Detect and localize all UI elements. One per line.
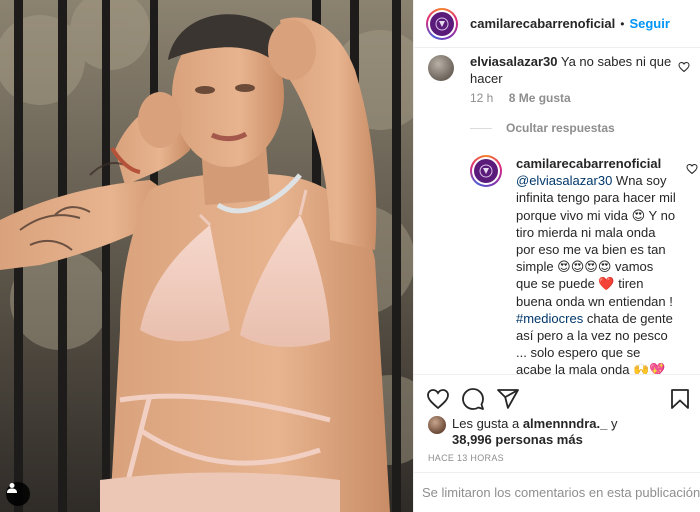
reply-author-avatar[interactable] — [470, 155, 502, 187]
avatar-emblem-icon — [479, 164, 493, 178]
user-tag-icon[interactable] — [6, 482, 30, 506]
comments-limited-text: Se limitaron los comentarios en esta pub… — [422, 485, 700, 500]
avatar-emblem-icon — [435, 17, 449, 30]
comment-meta: 12 h 8 Me gusta — [470, 91, 571, 105]
post-image — [0, 0, 413, 512]
heart-icon[interactable] — [678, 61, 690, 73]
heart-icon[interactable] — [686, 163, 698, 175]
comment-text-block: elviasalazar30 Ya no sabes ni que hacer — [470, 53, 680, 87]
bookmark-icon[interactable] — [668, 387, 692, 411]
liked-by-line: Les gusta a almennndra._ y — [452, 416, 617, 431]
likes-count[interactable]: 38,996 personas más — [452, 432, 583, 447]
post-header: camilarecabarrenoficial • Seguir — [414, 0, 700, 48]
post-timestamp[interactable]: HACE 13 HORAS — [428, 453, 504, 463]
reply-text-part-1: Wna soy infinita tengo para hacer mil po… — [516, 173, 676, 309]
comments-limited-notice: Se limitaron los comentarios en esta pub… — [414, 472, 700, 512]
comment-time: 12 h — [470, 91, 494, 105]
post-side-panel: camilarecabarrenoficial • Seguir elviasa… — [413, 0, 700, 512]
heart-icon[interactable] — [426, 387, 450, 411]
hide-replies-label: Ocultar respuestas — [506, 121, 615, 135]
reply-mention[interactable]: @elviasalazar30 — [516, 173, 612, 188]
liked-by-user[interactable]: almennndra._ — [523, 416, 608, 431]
comments-list[interactable]: elviasalazar30 Ya no sabes ni que hacer … — [414, 49, 700, 374]
header-separator: • — [620, 16, 625, 31]
follow-button[interactable]: Seguir — [629, 16, 669, 31]
commenter-avatar[interactable] — [428, 55, 454, 81]
likes-summary: Les gusta a almennndra._ y 38,996 person… — [428, 414, 690, 448]
comment-likes[interactable]: 8 Me gusta — [509, 91, 571, 105]
author-username[interactable]: camilarecabarrenoficial — [470, 16, 615, 31]
comment-icon[interactable] — [461, 387, 485, 411]
liker-avatar[interactable] — [428, 416, 446, 434]
reply-hashtag[interactable]: #mediocres — [516, 311, 583, 326]
commenter-username[interactable]: elviasalazar30 — [470, 54, 557, 69]
liked-by-prefix: Les gusta a — [452, 416, 523, 431]
post-actions-bar — [414, 374, 700, 414]
replies-divider — [470, 127, 492, 129]
share-icon[interactable] — [496, 387, 520, 411]
author-avatar[interactable] — [426, 7, 458, 40]
reply-username[interactable]: camilarecabarrenoficial — [516, 156, 661, 171]
liked-by-suffix: y — [607, 416, 618, 431]
post-photo[interactable] — [0, 0, 413, 512]
hide-replies-button[interactable]: Ocultar respuestas — [470, 121, 615, 135]
reply-text-block: camilarecabarrenoficial @elviasalazar30 … — [516, 155, 676, 374]
